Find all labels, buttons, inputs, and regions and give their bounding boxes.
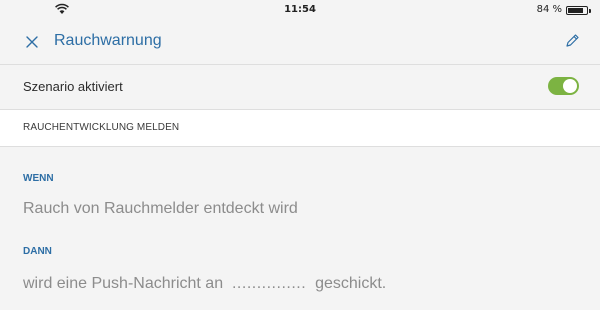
pencil-icon[interactable] bbox=[562, 31, 582, 51]
then-action: wird eine Push-Nachricht an ............… bbox=[23, 275, 386, 293]
toggle-knob bbox=[563, 79, 577, 93]
section-title: RAUCHENTWICKLUNG MELDEN bbox=[23, 122, 180, 133]
battery-tip bbox=[589, 9, 591, 13]
battery-percentage: 84 % bbox=[536, 4, 562, 15]
status-bar: 11:54 84 % bbox=[0, 0, 600, 20]
then-suffix: geschickt. bbox=[315, 275, 387, 292]
close-icon[interactable] bbox=[22, 32, 42, 52]
when-label: WENN bbox=[23, 173, 54, 184]
status-time: 11:54 bbox=[284, 4, 316, 15]
rule-content: WENN Rauch von Rauchmelder entdeckt wird… bbox=[0, 147, 600, 310]
recipient-placeholder[interactable]: ............... bbox=[232, 275, 306, 293]
scenario-toggle[interactable] bbox=[548, 77, 579, 95]
scenario-row: Szenario aktiviert bbox=[0, 65, 600, 109]
then-label: DANN bbox=[23, 246, 52, 257]
navigation-bar: Rauchwarnung bbox=[0, 20, 600, 64]
when-condition[interactable]: Rauch von Rauchmelder entdeckt wird bbox=[23, 200, 298, 218]
scenario-label: Szenario aktiviert bbox=[23, 79, 123, 94]
battery-level bbox=[568, 8, 583, 13]
then-prefix: wird eine Push-Nachricht an bbox=[23, 275, 224, 292]
battery-icon bbox=[566, 6, 591, 15]
section-header: RAUCHENTWICKLUNG MELDEN bbox=[0, 110, 600, 146]
page-title: Rauchwarnung bbox=[54, 32, 162, 49]
